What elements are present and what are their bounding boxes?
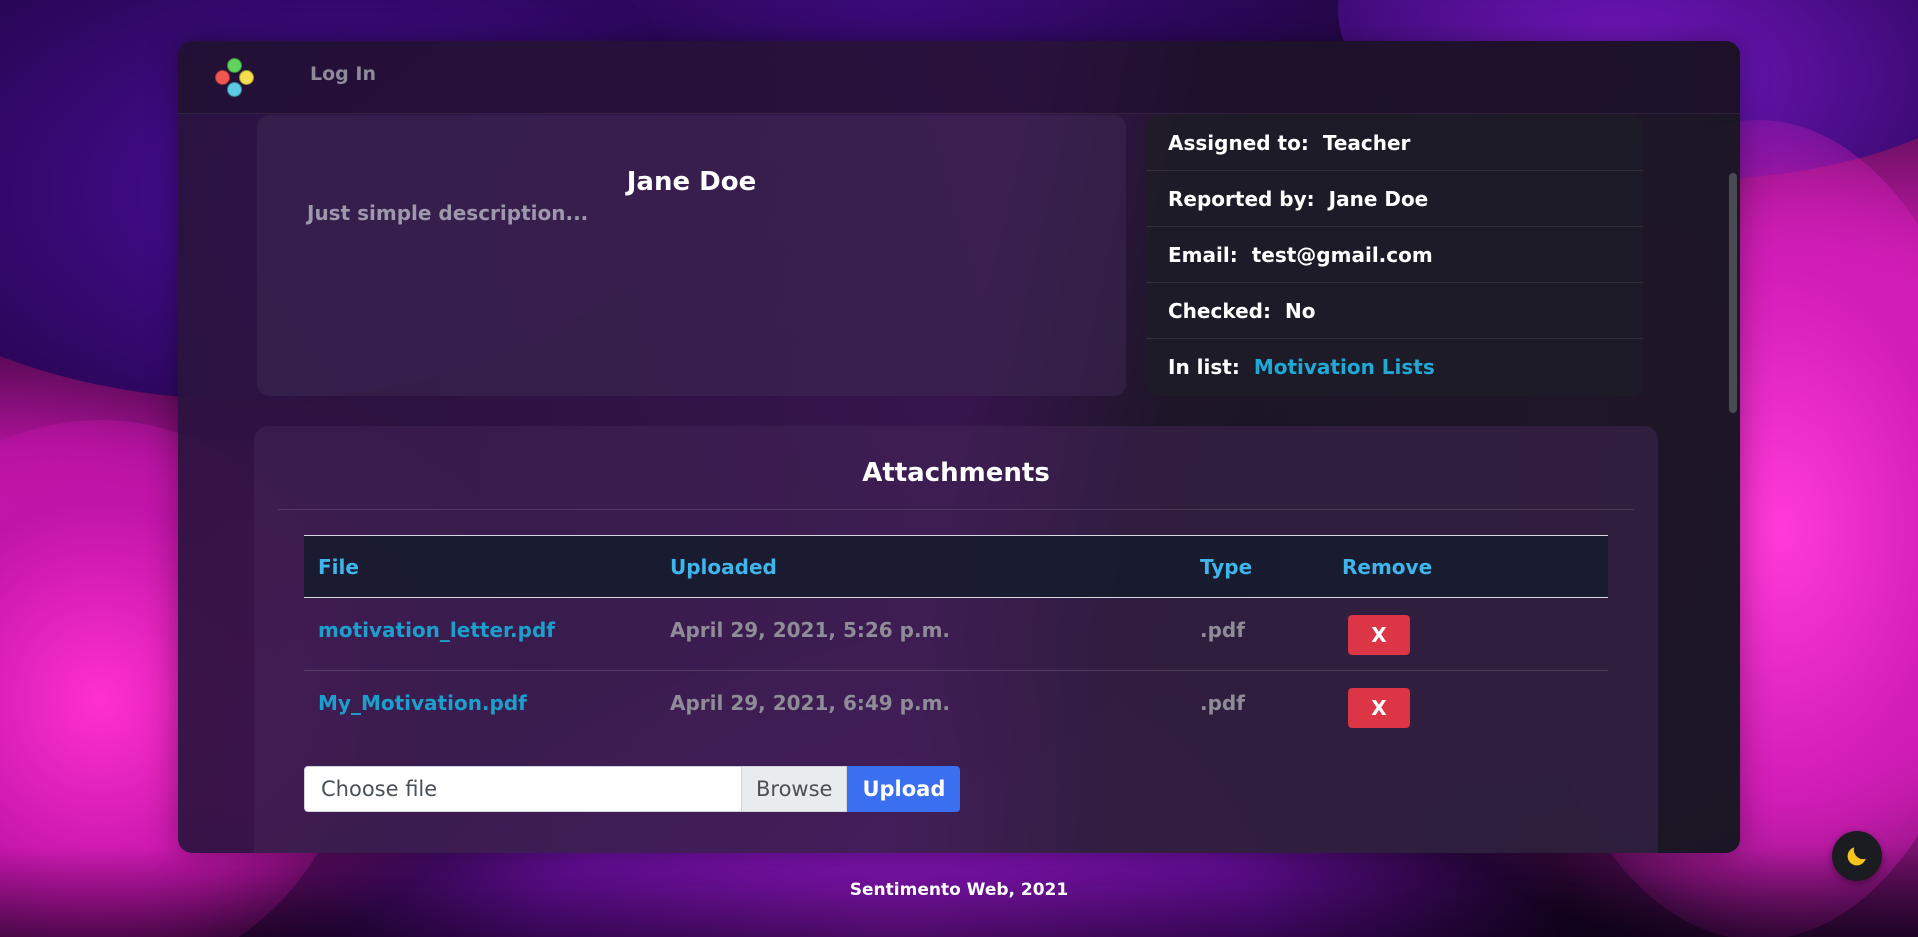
login-link[interactable]: Log In: [310, 63, 376, 85]
detail-email: Email: test@gmail.com: [1146, 227, 1643, 283]
navbar: Log In: [178, 41, 1740, 114]
file-link[interactable]: My_Motivation.pdf: [304, 671, 656, 744]
column-header-type: Type: [1186, 535, 1328, 598]
file-type: .pdf: [1186, 597, 1328, 671]
detail-value: No: [1284, 298, 1316, 323]
table-header-row: File Uploaded Type Remove: [304, 535, 1608, 598]
divider: [278, 509, 1634, 510]
file-input[interactable]: Choose file: [304, 766, 742, 812]
file-link[interactable]: motivation_letter.pdf: [304, 597, 656, 671]
detail-checked: Checked: No: [1146, 283, 1643, 339]
remove-cell: X: [1328, 671, 1608, 744]
main-window: Log In Jane Doe Just simple description.…: [178, 41, 1740, 853]
attachments-title: Attachments: [862, 458, 1050, 488]
in-list-link[interactable]: Motivation Lists: [1254, 355, 1435, 379]
detail-label: Checked:: [1168, 298, 1271, 323]
detail-value: test@gmail.com: [1251, 242, 1433, 267]
scrollbar[interactable]: [1729, 131, 1737, 841]
detail-value: Teacher: [1322, 130, 1411, 155]
profile-name: Jane Doe: [626, 167, 757, 197]
detail-label: Assigned to:: [1168, 130, 1309, 155]
scrollbar-thumb[interactable]: [1729, 173, 1737, 413]
column-header-file: File: [304, 535, 656, 598]
column-header-uploaded: Uploaded: [656, 535, 1186, 598]
profile-description: Just simple description...: [307, 201, 589, 225]
detail-label: Reported by:: [1168, 186, 1315, 211]
table-row: My_Motivation.pdf April 29, 2021, 6:49 p…: [304, 671, 1608, 744]
attachments-card: Attachments File Uploaded Type Remove mo…: [254, 426, 1658, 853]
uploaded-date: April 29, 2021, 6:49 p.m.: [670, 691, 951, 715]
detail-label: Email:: [1168, 242, 1238, 267]
emoji-faces-logo-icon[interactable]: [212, 57, 256, 97]
footer-text: Sentimento Web, 2021: [849, 880, 1069, 900]
table-row: motivation_letter.pdf April 29, 2021, 5:…: [304, 597, 1608, 671]
attachments-table: File Uploaded Type Remove motivation_let…: [304, 535, 1608, 744]
profile-card: Jane Doe Just simple description...: [257, 115, 1126, 396]
file-type: .pdf: [1200, 691, 1245, 715]
details-list: Assigned to: Teacher Reported by: Jane D…: [1146, 115, 1643, 396]
upload-button[interactable]: Upload: [847, 766, 961, 812]
remove-cell: X: [1328, 597, 1608, 671]
browse-button[interactable]: Browse: [742, 766, 848, 812]
remove-button[interactable]: X: [1348, 615, 1410, 655]
theme-toggle-button[interactable]: [1832, 831, 1882, 881]
detail-assigned-to: Assigned to: Teacher: [1146, 115, 1643, 171]
moon-icon: [1847, 847, 1866, 866]
detail-in-list: In list: Motivation Lists: [1146, 339, 1643, 395]
detail-label: In list:: [1168, 355, 1240, 379]
uploaded-date: April 29, 2021, 5:26 p.m.: [656, 597, 1186, 671]
detail-reported-by: Reported by: Jane Doe: [1146, 171, 1643, 227]
remove-button[interactable]: X: [1348, 688, 1410, 728]
detail-value: Jane Doe: [1328, 186, 1429, 211]
column-header-remove: Remove: [1328, 535, 1608, 598]
upload-form: Choose file Browse Upload: [304, 766, 961, 812]
